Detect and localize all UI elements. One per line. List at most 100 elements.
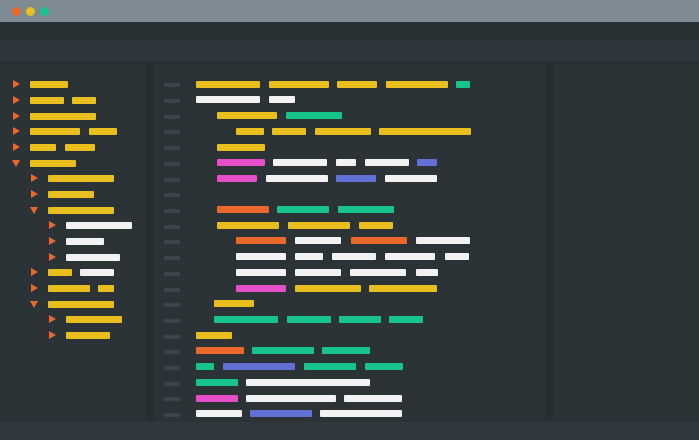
code-token [332, 253, 376, 260]
code-token [269, 96, 295, 103]
tree-item-label [30, 160, 76, 167]
line-number [164, 83, 180, 87]
title-bar [0, 0, 699, 22]
collapsed-arrow-icon[interactable] [49, 237, 56, 245]
code-token [252, 347, 314, 354]
tree-item-label [89, 128, 117, 135]
tree-item-label [72, 97, 96, 104]
code-token [266, 175, 328, 182]
code-token [269, 81, 329, 88]
code-token [196, 379, 238, 386]
code-token [344, 395, 402, 402]
collapsed-arrow-icon[interactable] [13, 143, 20, 151]
code-token [196, 332, 232, 339]
code-token [236, 237, 286, 244]
line-number [164, 256, 180, 260]
code-token [217, 112, 277, 119]
line-number [164, 397, 180, 401]
collapsed-arrow-icon[interactable] [49, 331, 56, 339]
code-token [389, 316, 423, 323]
code-token [214, 316, 278, 323]
expanded-arrow-icon[interactable] [30, 207, 38, 214]
code-token [196, 81, 260, 88]
close-button[interactable] [12, 7, 21, 16]
collapsed-arrow-icon[interactable] [49, 221, 56, 229]
code-token [236, 253, 286, 260]
code-token [385, 175, 437, 182]
code-token [196, 363, 214, 370]
tree-item-label [80, 269, 114, 276]
line-number [164, 335, 180, 339]
tree-item-label [48, 175, 114, 182]
code-token [288, 222, 350, 229]
line-number [164, 193, 180, 197]
line-number [164, 413, 180, 417]
code-token [295, 285, 361, 292]
code-token [217, 206, 269, 213]
code-token [379, 128, 471, 135]
code-token [223, 363, 295, 370]
collapsed-arrow-icon[interactable] [13, 112, 20, 120]
collapsed-arrow-icon[interactable] [13, 127, 20, 135]
tree-item-label [66, 254, 120, 261]
tree-item-label [30, 81, 68, 88]
tree-item-label [30, 128, 80, 135]
collapsed-arrow-icon[interactable] [13, 96, 20, 104]
collapsed-arrow-icon[interactable] [31, 190, 38, 198]
editor-scrollbar[interactable] [545, 63, 553, 420]
collapsed-arrow-icon[interactable] [31, 268, 38, 276]
code-token [456, 81, 470, 88]
line-number [164, 178, 180, 182]
line-number [164, 162, 180, 166]
line-number [164, 350, 180, 354]
line-number [164, 240, 180, 244]
tree-item-label [30, 113, 96, 120]
code-token [365, 363, 403, 370]
code-token [236, 269, 286, 276]
side-panel [553, 63, 699, 440]
code-token [338, 206, 394, 213]
line-number [164, 382, 180, 386]
code-token [385, 253, 435, 260]
tree-item-label [30, 144, 56, 151]
code-token [196, 347, 244, 354]
code-token [217, 144, 265, 151]
line-number [164, 209, 180, 213]
code-token [315, 128, 371, 135]
code-token [295, 269, 341, 276]
line-number [164, 225, 180, 229]
line-number [164, 272, 180, 276]
tree-item-label [98, 285, 114, 292]
collapsed-arrow-icon[interactable] [31, 284, 38, 292]
line-number [164, 366, 180, 370]
tab-bar [0, 22, 699, 40]
sidebar-divider[interactable] [146, 63, 154, 420]
code-token [272, 128, 306, 135]
code-token [417, 159, 437, 166]
code-token [386, 81, 448, 88]
code-token [236, 285, 286, 292]
line-number [164, 99, 180, 103]
tree-item-label [48, 191, 94, 198]
code-token [336, 175, 376, 182]
maximize-button[interactable] [40, 7, 49, 16]
code-token [337, 81, 377, 88]
code-token [416, 269, 438, 276]
tree-item-label [48, 207, 114, 214]
minimize-button[interactable] [26, 7, 35, 16]
tree-item-label [48, 269, 72, 276]
expanded-arrow-icon[interactable] [12, 160, 20, 167]
tree-item-label [66, 222, 132, 229]
code-token [286, 112, 342, 119]
collapsed-arrow-icon[interactable] [49, 253, 56, 261]
collapsed-arrow-icon[interactable] [49, 315, 56, 323]
tree-item-label [65, 144, 95, 151]
code-token [277, 206, 329, 213]
expanded-arrow-icon[interactable] [30, 301, 38, 308]
collapsed-arrow-icon[interactable] [13, 80, 20, 88]
code-token [369, 285, 437, 292]
code-token [351, 237, 407, 244]
collapsed-arrow-icon[interactable] [31, 174, 38, 182]
line-number [164, 115, 180, 119]
file-tree-sidebar [0, 63, 146, 440]
